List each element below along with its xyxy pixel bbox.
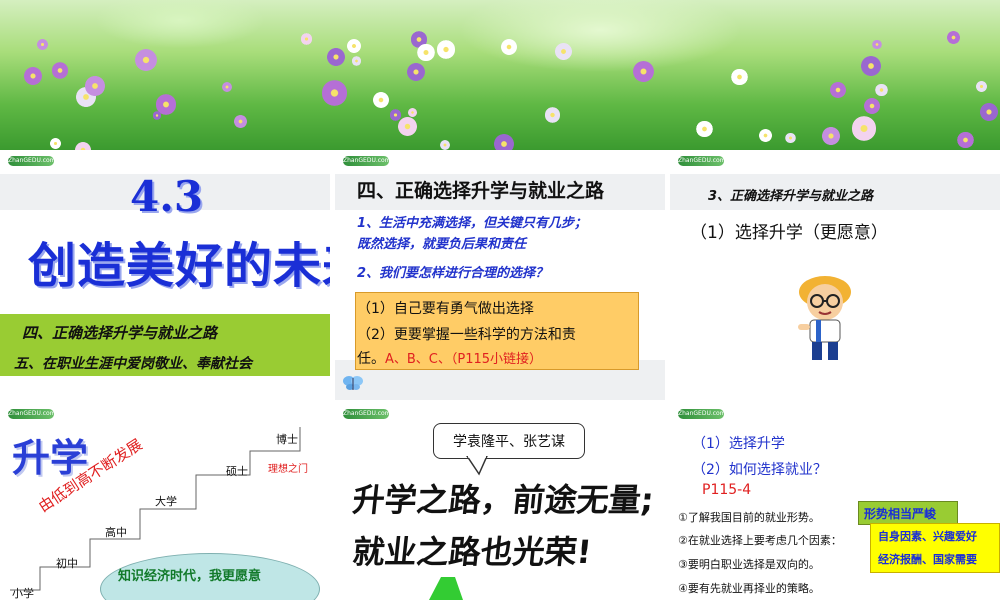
step-junior-high: 初中 bbox=[56, 557, 78, 570]
slide-thumbnail-5[interactable]: ZhanGEDU.com 学袁隆平、张艺谋 升学之路，前途无量; 就业之路也光荣… bbox=[335, 405, 665, 600]
answer-line-3: 任。A、B、C、（P115小链接） bbox=[357, 348, 542, 368]
green-wedge bbox=[423, 577, 473, 600]
answer-line-3-red: A、B、C、（P115小链接） bbox=[385, 352, 543, 367]
site-logo: ZhanGEDU.com bbox=[343, 156, 391, 166]
site-logo: ZhanGEDU.com bbox=[343, 409, 391, 419]
item-choose-job: （2）如何选择就业？ bbox=[692, 462, 827, 478]
flower-decoration bbox=[957, 131, 974, 149]
site-logo: ZhanGEDU.com bbox=[678, 156, 726, 166]
step-doctor: 博士 bbox=[276, 433, 298, 446]
flower-decoration bbox=[436, 40, 456, 59]
flower-decoration bbox=[37, 39, 49, 51]
flower-decoration bbox=[544, 107, 561, 123]
flower-decoration bbox=[234, 115, 248, 129]
flower-decoration bbox=[946, 30, 960, 44]
flower-decoration bbox=[731, 68, 748, 85]
flower-decoration bbox=[327, 47, 345, 66]
flower-decoration bbox=[822, 126, 841, 145]
flower-decoration bbox=[830, 81, 846, 98]
callout-tail bbox=[465, 455, 495, 476]
item-choose-school: （1）选择升学 bbox=[692, 436, 785, 452]
list-item-4: ④要有先就业再择业的策略。 bbox=[678, 582, 820, 595]
answer-line-1: （1）自己要有勇气做出选择 bbox=[357, 301, 534, 317]
topic-line-2: 五、在职业生涯中爱岗敬业、奉献社会 bbox=[14, 356, 252, 372]
step-university: 大学 bbox=[155, 495, 177, 508]
step-high-school: 高中 bbox=[105, 526, 127, 539]
site-logo: ZhanGEDU.com bbox=[678, 409, 726, 419]
flower-decoration bbox=[417, 43, 435, 62]
slide-title: 创造美好的未来 bbox=[28, 238, 330, 294]
butterfly-icon bbox=[341, 374, 365, 392]
flower-decoration bbox=[975, 81, 987, 93]
flower-decoration bbox=[695, 120, 713, 138]
flower-decoration bbox=[860, 56, 881, 77]
wish-text: 知识经济时代，我更愿意 bbox=[118, 569, 262, 584]
badge-severe-text: 形势相当严峻 bbox=[864, 507, 937, 521]
flower-meadow-banner bbox=[0, 0, 1000, 150]
flower-decoration bbox=[74, 141, 91, 150]
slide-heading: 3、正确选择升学与就业之路 bbox=[708, 189, 874, 204]
page-ref: P115-4 bbox=[702, 482, 752, 498]
point-1a: 1、生活中充满选择，但关键只有几步； bbox=[357, 216, 588, 231]
flower-decoration bbox=[23, 67, 42, 86]
slide-thumbnail-6[interactable]: ZhanGEDU.com （1）选择升学 （2）如何选择就业？ P115-4 ①… bbox=[670, 405, 1000, 600]
flower-decoration bbox=[152, 111, 162, 120]
flower-decoration bbox=[321, 80, 347, 106]
list-item-1: ①了解我国目前的就业形势。 bbox=[678, 511, 820, 524]
step-primary: 小学 bbox=[12, 587, 34, 600]
topic-line-1: 四、正确选择升学与就业之路 bbox=[22, 324, 218, 342]
list-item-2: ②在就业选择上要考虑几个因素： bbox=[678, 534, 842, 547]
slide-thumbnail-1[interactable]: ZhanGEDU.com 4.3 创造美好的未来 四、正确选择升学与就业之路 五… bbox=[0, 152, 330, 400]
site-logo: ZhanGEDU.com bbox=[8, 156, 56, 166]
list-item-3: ③要明白职业选择是双向的。 bbox=[678, 558, 820, 571]
slide-thumbnail-3[interactable]: ZhanGEDU.com 3、正确选择升学与就业之路 （1）选择升学（更愿意） bbox=[670, 152, 1000, 400]
callout-text: 学袁隆平、张艺谋 bbox=[453, 434, 565, 450]
flower-decoration bbox=[373, 92, 390, 108]
point-2: 2、我们要怎样进行合理的选择？ bbox=[357, 266, 549, 281]
flower-decoration bbox=[49, 137, 61, 150]
flower-decoration bbox=[632, 60, 654, 82]
slide-subheading: （1）选择升学（更愿意） bbox=[690, 223, 888, 243]
flower-decoration bbox=[51, 62, 69, 80]
flower-decoration bbox=[406, 62, 426, 82]
student-cartoon-icon bbox=[790, 272, 860, 364]
slide-thumbnail-4[interactable]: ZhanGEDU.com 升学 由低到高不断发展 小学 初中 高中 大学 硕士 … bbox=[0, 405, 330, 600]
flower-decoration bbox=[875, 84, 888, 97]
flower-decoration bbox=[555, 43, 572, 61]
flower-decoration bbox=[397, 117, 417, 137]
chapter-number: 4.3 bbox=[130, 172, 204, 221]
point-1b: 既然选择，就要负后果和责任 bbox=[357, 237, 527, 252]
flower-decoration bbox=[352, 56, 362, 66]
big-slogan-line-1: 升学之路，前途无量; bbox=[350, 481, 656, 519]
flower-decoration bbox=[872, 39, 882, 49]
flower-decoration bbox=[408, 108, 417, 118]
flower-decoration bbox=[758, 128, 772, 142]
flower-decoration bbox=[221, 81, 233, 93]
ideal-gate-label: 理想之门 bbox=[268, 464, 308, 475]
answer-line-2: （2）更要掌握一些科学的方法和责 bbox=[357, 327, 576, 343]
flower-decoration bbox=[300, 33, 313, 45]
flower-decoration bbox=[785, 133, 796, 144]
badge-factors-line-2: 经济报酬、国家需要 bbox=[878, 553, 977, 566]
step-master: 硕士 bbox=[226, 465, 248, 478]
slide-heading: 四、正确选择升学与就业之路 bbox=[357, 180, 605, 202]
flower-decoration bbox=[493, 134, 514, 150]
flower-decoration bbox=[980, 103, 998, 121]
badge-factors-line-1: 自身因素、兴趣爱好 bbox=[878, 530, 977, 543]
flower-decoration bbox=[863, 97, 880, 114]
flower-decoration bbox=[851, 115, 877, 141]
big-slogan-line-2: 就业之路也光荣! bbox=[350, 533, 594, 571]
flower-decoration bbox=[346, 39, 361, 54]
flower-decoration bbox=[135, 48, 158, 72]
flower-decoration bbox=[501, 39, 518, 55]
answer-line-3-black: 任。 bbox=[357, 351, 385, 367]
flower-decoration bbox=[85, 76, 105, 96]
flower-decoration bbox=[439, 139, 450, 150]
slide-thumbnail-2[interactable]: ZhanGEDU.com 四、正确选择升学与就业之路 1、生活中充满选择，但关键… bbox=[335, 152, 665, 400]
flower-decoration bbox=[389, 108, 402, 121]
